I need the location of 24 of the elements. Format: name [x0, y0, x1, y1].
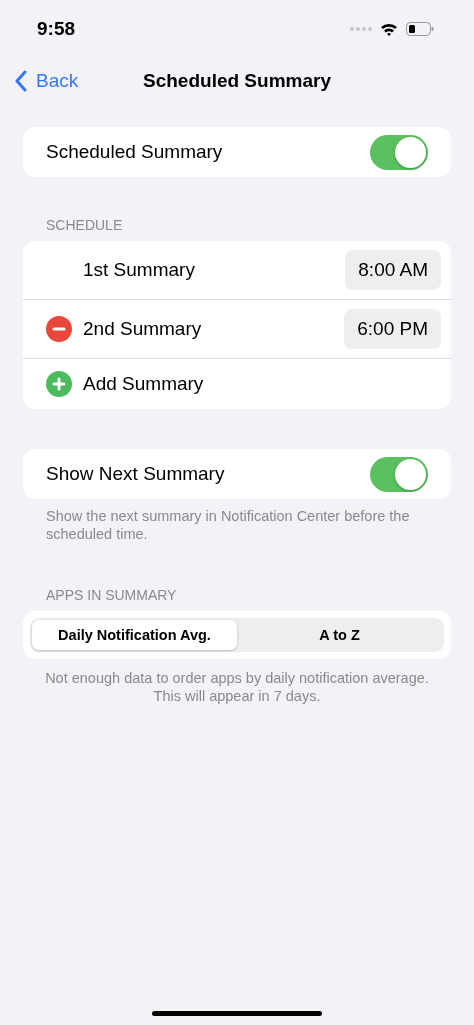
- summary-label: 1st Summary: [83, 259, 196, 281]
- battery-icon: [406, 22, 434, 36]
- toggle-switch[interactable]: [370, 456, 428, 492]
- time-button[interactable]: 6:00 PM: [344, 309, 441, 349]
- add-summary-button[interactable]: Add Summary: [83, 373, 204, 395]
- footer-note: Not enough data to order apps by daily notification average. This will appear in 7 days.: [44, 669, 430, 706]
- summary-label: 2nd Summary: [83, 318, 203, 340]
- add-icon[interactable]: [46, 371, 72, 397]
- segment-tab[interactable]: Daily Notification Avg.: [32, 620, 237, 651]
- signal-icon: [350, 26, 372, 32]
- wifi-icon: [380, 22, 398, 36]
- time-button[interactable]: 8:00 AM: [345, 250, 441, 290]
- chevron-left-icon: [14, 70, 28, 92]
- footer-note: Show the next summary in Notification Center before the scheduled time.: [46, 507, 411, 544]
- page-title: Scheduled Summary: [143, 70, 331, 92]
- remove-icon[interactable]: [46, 316, 72, 342]
- status-time: 9:58: [37, 18, 76, 40]
- segment-tab[interactable]: A to Z: [237, 620, 442, 651]
- back-button[interactable]: Back: [14, 70, 79, 92]
- setting-label: Show Next Summary: [46, 463, 225, 485]
- section-header: SCHEDULE: [46, 217, 124, 233]
- section-header: APPS IN SUMMARY: [46, 587, 178, 604]
- toggle-switch[interactable]: [370, 134, 428, 170]
- setting-label: Scheduled Summary: [46, 141, 223, 163]
